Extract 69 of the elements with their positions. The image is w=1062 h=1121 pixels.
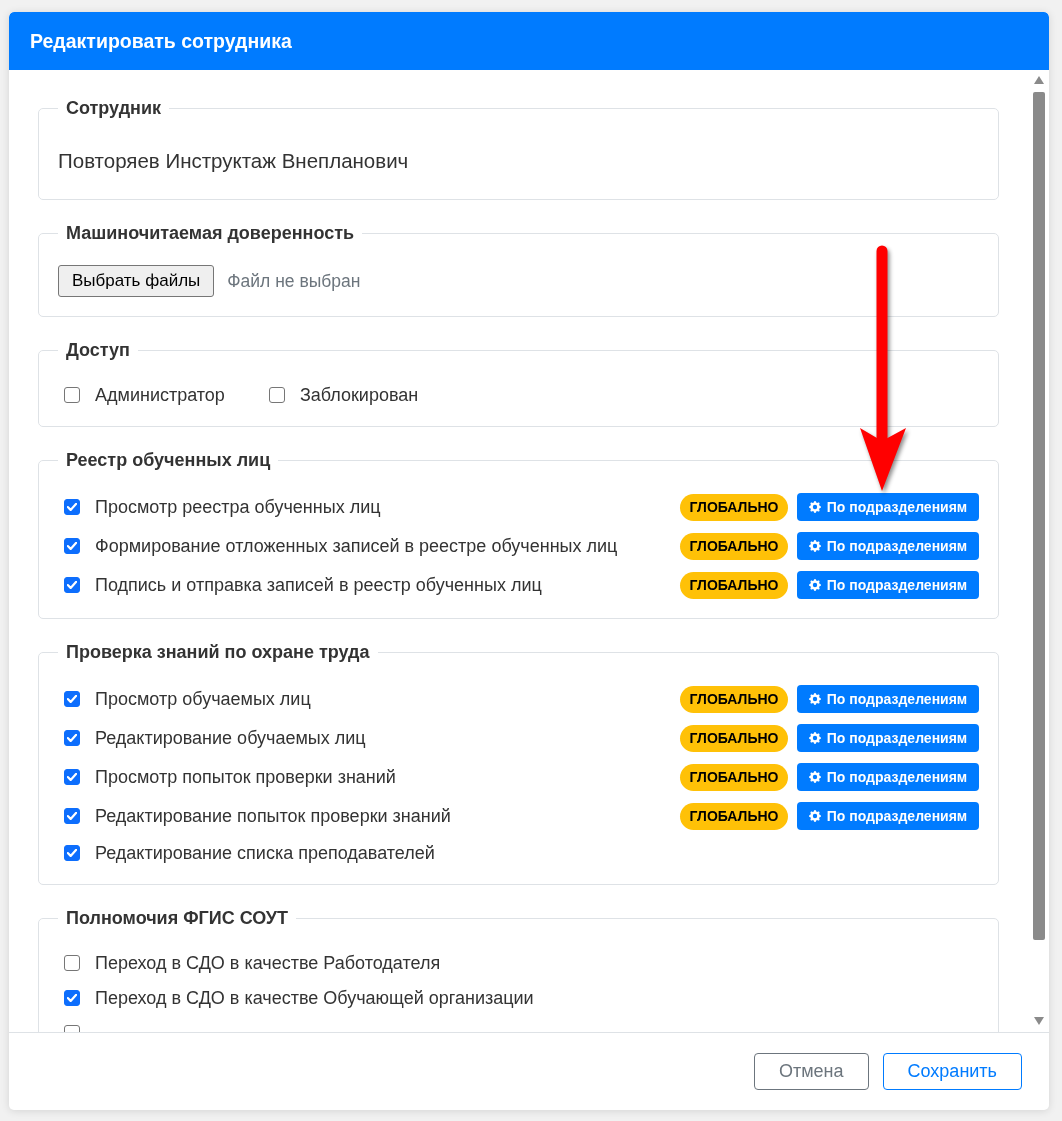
checkmark-icon (67, 812, 77, 820)
checkbox-label: Переход в СДО в качестве Обучающей организации (95, 987, 535, 1010)
gear-icon (808, 771, 821, 783)
departments-button[interactable]: По подразделениям (797, 532, 979, 560)
checkbox-label: Подпись и отправка записей в реестр обученных лиц (95, 574, 543, 597)
scope-badge: ГЛОБАЛЬНО (680, 802, 788, 830)
departments-button[interactable]: По подразделениям (797, 763, 979, 791)
checkbox-label: Редактирование обучаемых лиц (95, 727, 367, 750)
dialog-title: Редактировать сотрудника (30, 29, 292, 53)
section-title: Сотрудник (65, 98, 163, 118)
scope-badge: ГЛОБАЛЬНО (680, 571, 788, 599)
checkbox-label: Просмотр попыток проверки знаний (95, 766, 397, 789)
checkmark-icon (67, 542, 77, 550)
save-button[interactable]: Сохранить (882, 1053, 1022, 1090)
checkbox[interactable] (64, 538, 80, 554)
scrollbar-thumb[interactable] (1033, 92, 1045, 940)
checkbox-label: Просмотр реестра обученных лиц (95, 496, 382, 519)
departments-button[interactable]: По подразделениям (797, 802, 979, 830)
gear-icon (808, 810, 821, 822)
departments-button[interactable]: По подразделениям (797, 571, 979, 599)
section-title: Проверка знаний по охране труда (65, 642, 371, 662)
checkbox[interactable] (64, 990, 80, 1006)
scope-badge: ГЛОБАЛЬНО (680, 532, 788, 560)
gear-icon (808, 501, 821, 513)
checkmark-icon (67, 581, 77, 589)
scroll-down-icon[interactable] (1034, 1017, 1044, 1025)
section-title: Полномочия ФГИС СОУТ (65, 908, 289, 928)
employee-name: Повторяев Инструктаж Внепланович (58, 148, 410, 174)
scope-badge: ГЛОБАЛЬНО (680, 724, 788, 752)
checkmark-icon (67, 695, 77, 703)
checkbox-label: Редактирование попыток проверки знаний (95, 805, 452, 828)
checkbox[interactable] (64, 808, 80, 824)
scroll-up-icon[interactable] (1034, 76, 1044, 84)
checkmark-icon (67, 734, 77, 742)
checkbox[interactable] (64, 387, 80, 403)
checkbox[interactable] (64, 845, 80, 861)
gear-icon (808, 540, 821, 552)
scope-badge: ГЛОБАЛЬНО (680, 685, 788, 713)
checkmark-icon (67, 994, 77, 1002)
checkbox-label: Редактирование списка преподавателей (95, 842, 436, 865)
checkmark-icon (67, 773, 77, 781)
scope-badge: ГЛОБАЛЬНО (680, 763, 788, 791)
checkbox-label: Просмотр обучаемых лиц (95, 688, 312, 711)
checkbox[interactable] (64, 499, 80, 515)
checkbox-label: Администратор (95, 383, 225, 407)
file-status: Файл не выбран (227, 269, 361, 293)
scope-badge: ГЛОБАЛЬНО (680, 493, 788, 521)
checkbox-label: Заблокирован (299, 383, 419, 407)
checkbox[interactable] (64, 691, 80, 707)
checkbox-label: Формирование отложенных записей в реестре обученных лиц (95, 535, 619, 558)
checkbox[interactable] (64, 955, 80, 971)
gear-icon (808, 579, 821, 591)
departments-button[interactable]: По подразделениям (797, 685, 979, 713)
section-title: Реестр обученных лиц (65, 450, 272, 470)
choose-files-button[interactable]: Выбрать файлы (58, 265, 215, 297)
gear-icon (808, 693, 821, 705)
checkbox-label: Переход в СДО в качестве Работодателя (95, 952, 442, 975)
gear-icon (808, 732, 821, 744)
departments-button[interactable]: По подразделениям (797, 724, 979, 752)
section-title: Машиночитаемая доверенность (65, 223, 356, 243)
checkbox[interactable] (64, 730, 80, 746)
departments-button[interactable]: По подразделениям (797, 493, 979, 521)
checkmark-icon (67, 503, 77, 511)
checkmark-icon (67, 849, 77, 857)
checkbox[interactable] (268, 387, 285, 403)
section-title: Доступ (65, 340, 131, 360)
checkbox[interactable] (64, 577, 80, 593)
checkbox[interactable] (64, 769, 80, 785)
cancel-button[interactable]: Отмена (753, 1053, 869, 1090)
